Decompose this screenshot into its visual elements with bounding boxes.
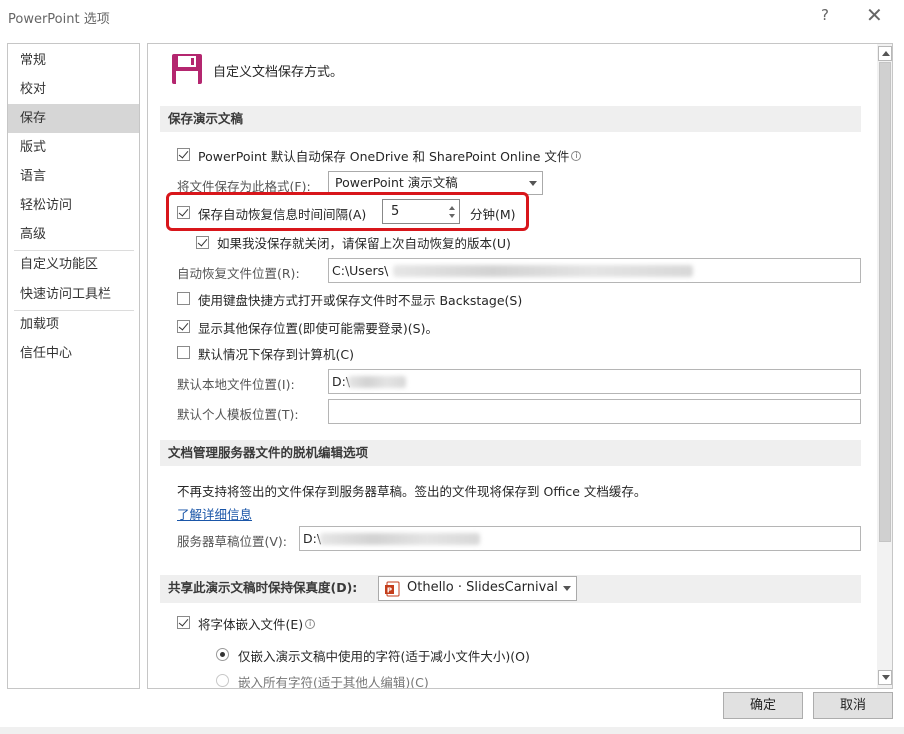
- section-offline-editing: 文档管理服务器文件的脱机编辑选项: [160, 440, 861, 466]
- embed-fonts-label: 将字体嵌入文件(E) i: [198, 614, 316, 633]
- server-drafts-value: D:\: [303, 531, 322, 546]
- svg-text:P: P: [387, 587, 392, 595]
- ok-button[interactable]: 确定: [723, 692, 803, 719]
- close-button[interactable]: ✕: [866, 3, 883, 27]
- nav-item-proofing[interactable]: 校对: [8, 75, 139, 104]
- footer-strip: [0, 727, 904, 734]
- nav-item-general[interactable]: 常规: [8, 46, 139, 75]
- cancel-button[interactable]: 取消: [813, 692, 893, 719]
- powerpoint-file-icon: P: [384, 581, 400, 604]
- redacted-path: [320, 533, 480, 545]
- default-template-location-label: 默认个人模板位置(T):: [177, 407, 299, 422]
- save-format-value: PowerPoint 演示文稿: [335, 175, 458, 190]
- nav-item-advanced[interactable]: 高级: [8, 220, 139, 249]
- default-local-location-label: 默认本地文件位置(I):: [177, 377, 295, 392]
- scroll-down-button[interactable]: [878, 670, 892, 685]
- save-to-computer-label: 默认情况下保存到计算机(C): [198, 347, 354, 362]
- autorecover-location-label: 自动恢复文件位置(R):: [177, 266, 300, 281]
- nav-item-customize-ribbon[interactable]: 自定义功能区: [8, 250, 139, 279]
- server-drafts-label: 服务器草稿位置(V):: [177, 534, 288, 549]
- section-save-presentations: 保存演示文稿: [160, 106, 861, 132]
- autorecover-location-value: C:\Users\: [332, 263, 389, 278]
- chevron-down-icon: [563, 586, 571, 591]
- chevron-up-icon: [882, 51, 890, 56]
- info-icon: i: [571, 151, 582, 161]
- default-local-location-input[interactable]: D:\: [328, 369, 861, 394]
- red-highlight-box: [166, 192, 529, 231]
- info-icon: i: [305, 619, 316, 629]
- nav-item-quick-access-toolbar[interactable]: 快速访问工具栏: [8, 280, 139, 309]
- nav-item-addins[interactable]: 加载项: [8, 310, 139, 339]
- fidelity-title: 共享此演示文稿时保持保真度(D):: [168, 580, 358, 595]
- embed-used-chars-radio[interactable]: [216, 648, 229, 661]
- nav-item-save[interactable]: 保存: [8, 104, 139, 133]
- fidelity-presentation-value: Othello · SlidesCarnival: [407, 580, 558, 595]
- autosave-checkbox[interactable]: [177, 148, 190, 161]
- embed-all-chars-radio[interactable]: [216, 674, 229, 687]
- page-description: 自定义文档保存方式。: [213, 65, 344, 80]
- autosave-label: PowerPoint 默认自动保存 OneDrive 和 SharePoint …: [198, 146, 582, 165]
- nav-item-language[interactable]: 语言: [8, 162, 139, 191]
- keep-last-version-label: 如果我没保存就关闭，请保留上次自动恢复的版本(U): [217, 236, 511, 251]
- redacted-path: [348, 376, 406, 388]
- offline-notice: 不再支持将签出的文件保存到服务器草稿。签出的文件现将保存到 Office 文档缓…: [177, 484, 647, 499]
- nav-item-accessibility[interactable]: 轻松访问: [8, 191, 139, 220]
- help-button[interactable]: ?: [821, 6, 829, 24]
- no-backstage-label: 使用键盘快捷方式打开或保存文件时不显示 Backstage(S): [198, 293, 523, 308]
- redacted-path: [393, 265, 693, 277]
- save-to-computer-checkbox[interactable]: [177, 346, 190, 359]
- nav-item-layout[interactable]: 版式: [8, 133, 139, 162]
- embed-all-chars-label: 嵌入所有字符(适于其他人编辑)(C): [238, 675, 429, 689]
- learn-more-link[interactable]: 了解详细信息: [177, 504, 252, 523]
- nav-item-trust-center[interactable]: 信任中心: [8, 339, 139, 368]
- show-additional-places-label: 显示其他保存位置(即使可能需要登录)(S)。: [198, 321, 438, 336]
- embed-fonts-checkbox[interactable]: [177, 616, 190, 629]
- save-floppy-icon: [171, 53, 203, 88]
- category-nav: 常规 校对 保存 版式 语言 轻松访问 高级 自定义功能区 快速访问工具栏 加载…: [7, 43, 140, 689]
- window-title: PowerPoint 选项: [8, 12, 110, 27]
- keep-last-version-checkbox[interactable]: [196, 236, 209, 249]
- fidelity-presentation-select[interactable]: P Othello · SlidesCarnival: [378, 576, 577, 601]
- embed-used-chars-label: 仅嵌入演示文稿中使用的字符(适于减小文件大小)(O): [238, 649, 530, 664]
- show-additional-places-checkbox[interactable]: [177, 320, 190, 333]
- title-bar: PowerPoint 选项 ? ✕: [0, 0, 904, 34]
- scrollbar-thumb[interactable]: [879, 62, 891, 542]
- default-template-location-input[interactable]: [328, 399, 861, 424]
- chevron-down-icon: [529, 181, 537, 186]
- scroll-up-button[interactable]: [878, 46, 892, 61]
- chevron-down-icon: [882, 675, 890, 680]
- no-backstage-checkbox[interactable]: [177, 292, 190, 305]
- options-content: 自定义文档保存方式。 保存演示文稿 PowerPoint 默认自动保存 OneD…: [147, 43, 893, 689]
